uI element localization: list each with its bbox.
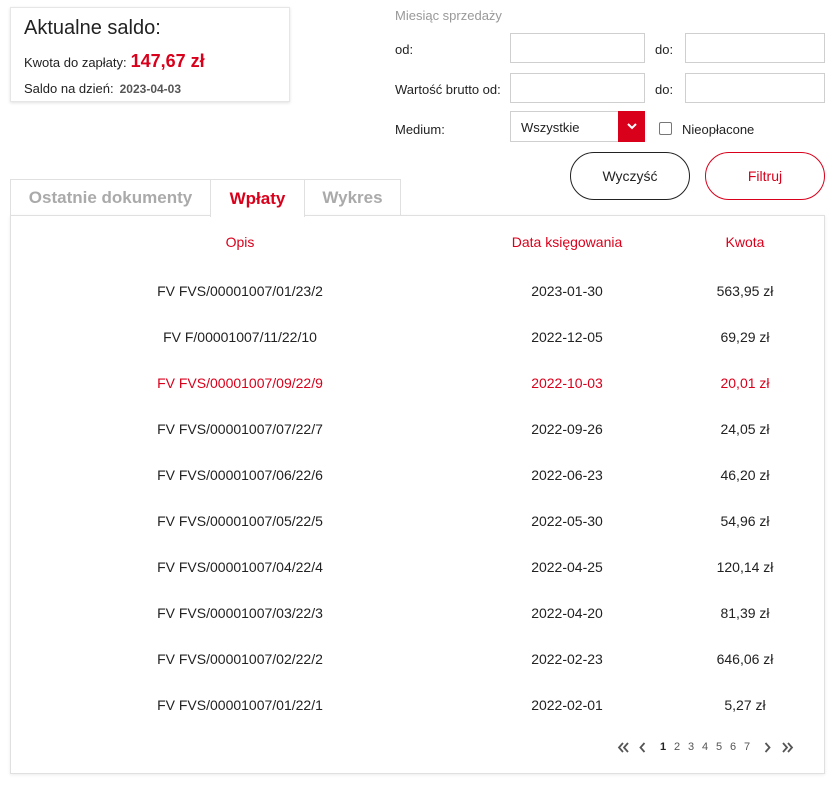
first-page-icon[interactable] bbox=[616, 740, 630, 754]
last-page-icon[interactable] bbox=[780, 740, 794, 754]
row-date: 2022-04-20 bbox=[531, 605, 603, 621]
table-row[interactable]: FV FVS/00001007/05/22/5 2022-05-30 54,96… bbox=[11, 513, 824, 535]
page-3-link[interactable]: 3 bbox=[686, 741, 696, 753]
unpaid-checkbox[interactable] bbox=[659, 122, 672, 135]
row-description: FV FVS/00001007/09/22/9 bbox=[157, 375, 323, 391]
amount-due-label: Kwota do zapłaty: bbox=[24, 55, 127, 70]
row-description: FV FVS/00001007/01/23/2 bbox=[157, 283, 323, 299]
gross-from-input[interactable] bbox=[510, 73, 645, 103]
next-page-icon[interactable] bbox=[762, 740, 772, 754]
header-description: Opis bbox=[225, 234, 255, 250]
sale-month-section-label: Miesiąc sprzedaży bbox=[395, 8, 502, 23]
chevron-down-icon[interactable] bbox=[618, 111, 645, 142]
medium-select-value: Wszystkie bbox=[521, 120, 580, 135]
medium-select[interactable]: Wszystkie bbox=[510, 111, 645, 142]
balance-date-row: Saldo na dzień: 2023-04-03 bbox=[24, 81, 276, 96]
page-5-link[interactable]: 5 bbox=[714, 741, 724, 753]
filter-button[interactable]: Filtruj bbox=[705, 152, 825, 200]
row-amount: 54,96 zł bbox=[720, 513, 770, 529]
row-date: 2022-04-25 bbox=[531, 559, 603, 575]
amount-due-row: Kwota do zapłaty: 147,67 zł bbox=[24, 51, 276, 72]
row-date: 2022-05-30 bbox=[531, 513, 603, 529]
page-6-link[interactable]: 6 bbox=[728, 741, 738, 753]
row-description: FV FVS/00001007/01/22/1 bbox=[157, 697, 323, 713]
row-date: 2022-06-23 bbox=[531, 467, 603, 483]
balance-card: Aktualne saldo: Kwota do zapłaty: 147,67… bbox=[10, 7, 290, 102]
balance-title: Aktualne saldo: bbox=[24, 17, 161, 39]
row-date: 2022-02-01 bbox=[531, 697, 603, 713]
balance-date-label: Saldo na dzień: bbox=[24, 81, 114, 96]
row-amount: 5,27 zł bbox=[724, 697, 766, 713]
pagination: 1 2 3 4 5 6 7 bbox=[11, 740, 824, 754]
row-amount: 81,39 zł bbox=[720, 605, 770, 621]
tab-chart[interactable]: Wykres bbox=[304, 179, 401, 216]
table-header: Opis Data księgowania Kwota bbox=[11, 234, 824, 254]
page-1-link[interactable]: 1 bbox=[658, 741, 668, 753]
row-description: FV FVS/00001007/05/22/5 bbox=[157, 513, 323, 529]
payments-panel: Opis Data księgowania Kwota FV FVS/00001… bbox=[10, 215, 825, 774]
row-amount: 120,14 zł bbox=[716, 559, 774, 575]
row-date: 2022-02-23 bbox=[531, 651, 603, 667]
table-row[interactable]: FV F/00001007/11/22/10 2022-12-05 69,29 … bbox=[11, 329, 824, 351]
table-row[interactable]: FV FVS/00001007/06/22/6 2022-06-23 46,20… bbox=[11, 467, 824, 489]
row-amount: 69,29 zł bbox=[720, 329, 770, 345]
row-amount: 46,20 zł bbox=[720, 467, 770, 483]
table-row[interactable]: FV FVS/00001007/09/22/9 2022-10-03 20,01… bbox=[11, 375, 824, 397]
table-row[interactable]: FV FVS/00001007/03/22/3 2022-04-20 81,39… bbox=[11, 605, 824, 627]
gross-from-label: Wartość brutto od: bbox=[395, 82, 501, 97]
row-date: 2022-09-26 bbox=[531, 421, 603, 437]
page-7-link[interactable]: 7 bbox=[742, 741, 752, 753]
row-date: 2022-10-03 bbox=[531, 375, 603, 391]
month-to-label: do: bbox=[655, 42, 674, 57]
row-description: FV F/00001007/11/22/10 bbox=[163, 329, 317, 345]
prev-page-icon[interactable] bbox=[637, 740, 647, 754]
row-date: 2022-12-05 bbox=[531, 329, 603, 345]
row-amount: 563,95 zł bbox=[716, 283, 774, 299]
row-description: FV FVS/00001007/02/22/2 bbox=[157, 651, 323, 667]
gross-to-input[interactable] bbox=[685, 73, 825, 103]
row-amount: 20,01 zł bbox=[720, 375, 770, 391]
unpaid-label[interactable]: Nieopłacone bbox=[682, 122, 754, 137]
table-row[interactable]: FV FVS/00001007/07/22/7 2022-09-26 24,05… bbox=[11, 421, 824, 443]
medium-label: Medium: bbox=[395, 122, 445, 137]
tab-recent-documents[interactable]: Ostatnie dokumenty bbox=[10, 179, 211, 216]
table-row[interactable]: FV FVS/00001007/01/22/1 2022-02-01 5,27 … bbox=[11, 697, 824, 719]
header-posting-date: Data księgowania bbox=[511, 234, 623, 250]
balance-date-value: 2023-04-03 bbox=[119, 82, 182, 96]
table-row[interactable]: FV FVS/00001007/01/23/2 2023-01-30 563,9… bbox=[11, 283, 824, 305]
table-row[interactable]: FV FVS/00001007/02/22/2 2022-02-23 646,0… bbox=[11, 651, 824, 673]
gross-to-label: do: bbox=[655, 82, 674, 97]
table-row[interactable]: FV FVS/00001007/04/22/4 2022-04-25 120,1… bbox=[11, 559, 824, 581]
row-description: FV FVS/00001007/06/22/6 bbox=[157, 467, 323, 483]
row-amount: 646,06 zł bbox=[716, 651, 774, 667]
page-4-link[interactable]: 4 bbox=[700, 741, 710, 753]
row-description: FV FVS/00001007/03/22/3 bbox=[157, 605, 323, 621]
clear-button[interactable]: Wyczyść bbox=[570, 152, 690, 200]
row-description: FV FVS/00001007/04/22/4 bbox=[157, 559, 323, 575]
header-amount: Kwota bbox=[725, 234, 765, 250]
tab-payments[interactable]: Wpłaty bbox=[210, 179, 305, 217]
row-description: FV FVS/00001007/07/22/7 bbox=[157, 421, 323, 437]
month-from-input[interactable] bbox=[510, 33, 645, 63]
row-date: 2023-01-30 bbox=[531, 283, 603, 299]
page-2-link[interactable]: 2 bbox=[672, 741, 682, 753]
amount-due-value: 147,67 zł bbox=[130, 51, 205, 71]
month-from-label: od: bbox=[395, 42, 414, 57]
row-amount: 24,05 zł bbox=[720, 421, 770, 437]
month-to-input[interactable] bbox=[685, 33, 825, 63]
